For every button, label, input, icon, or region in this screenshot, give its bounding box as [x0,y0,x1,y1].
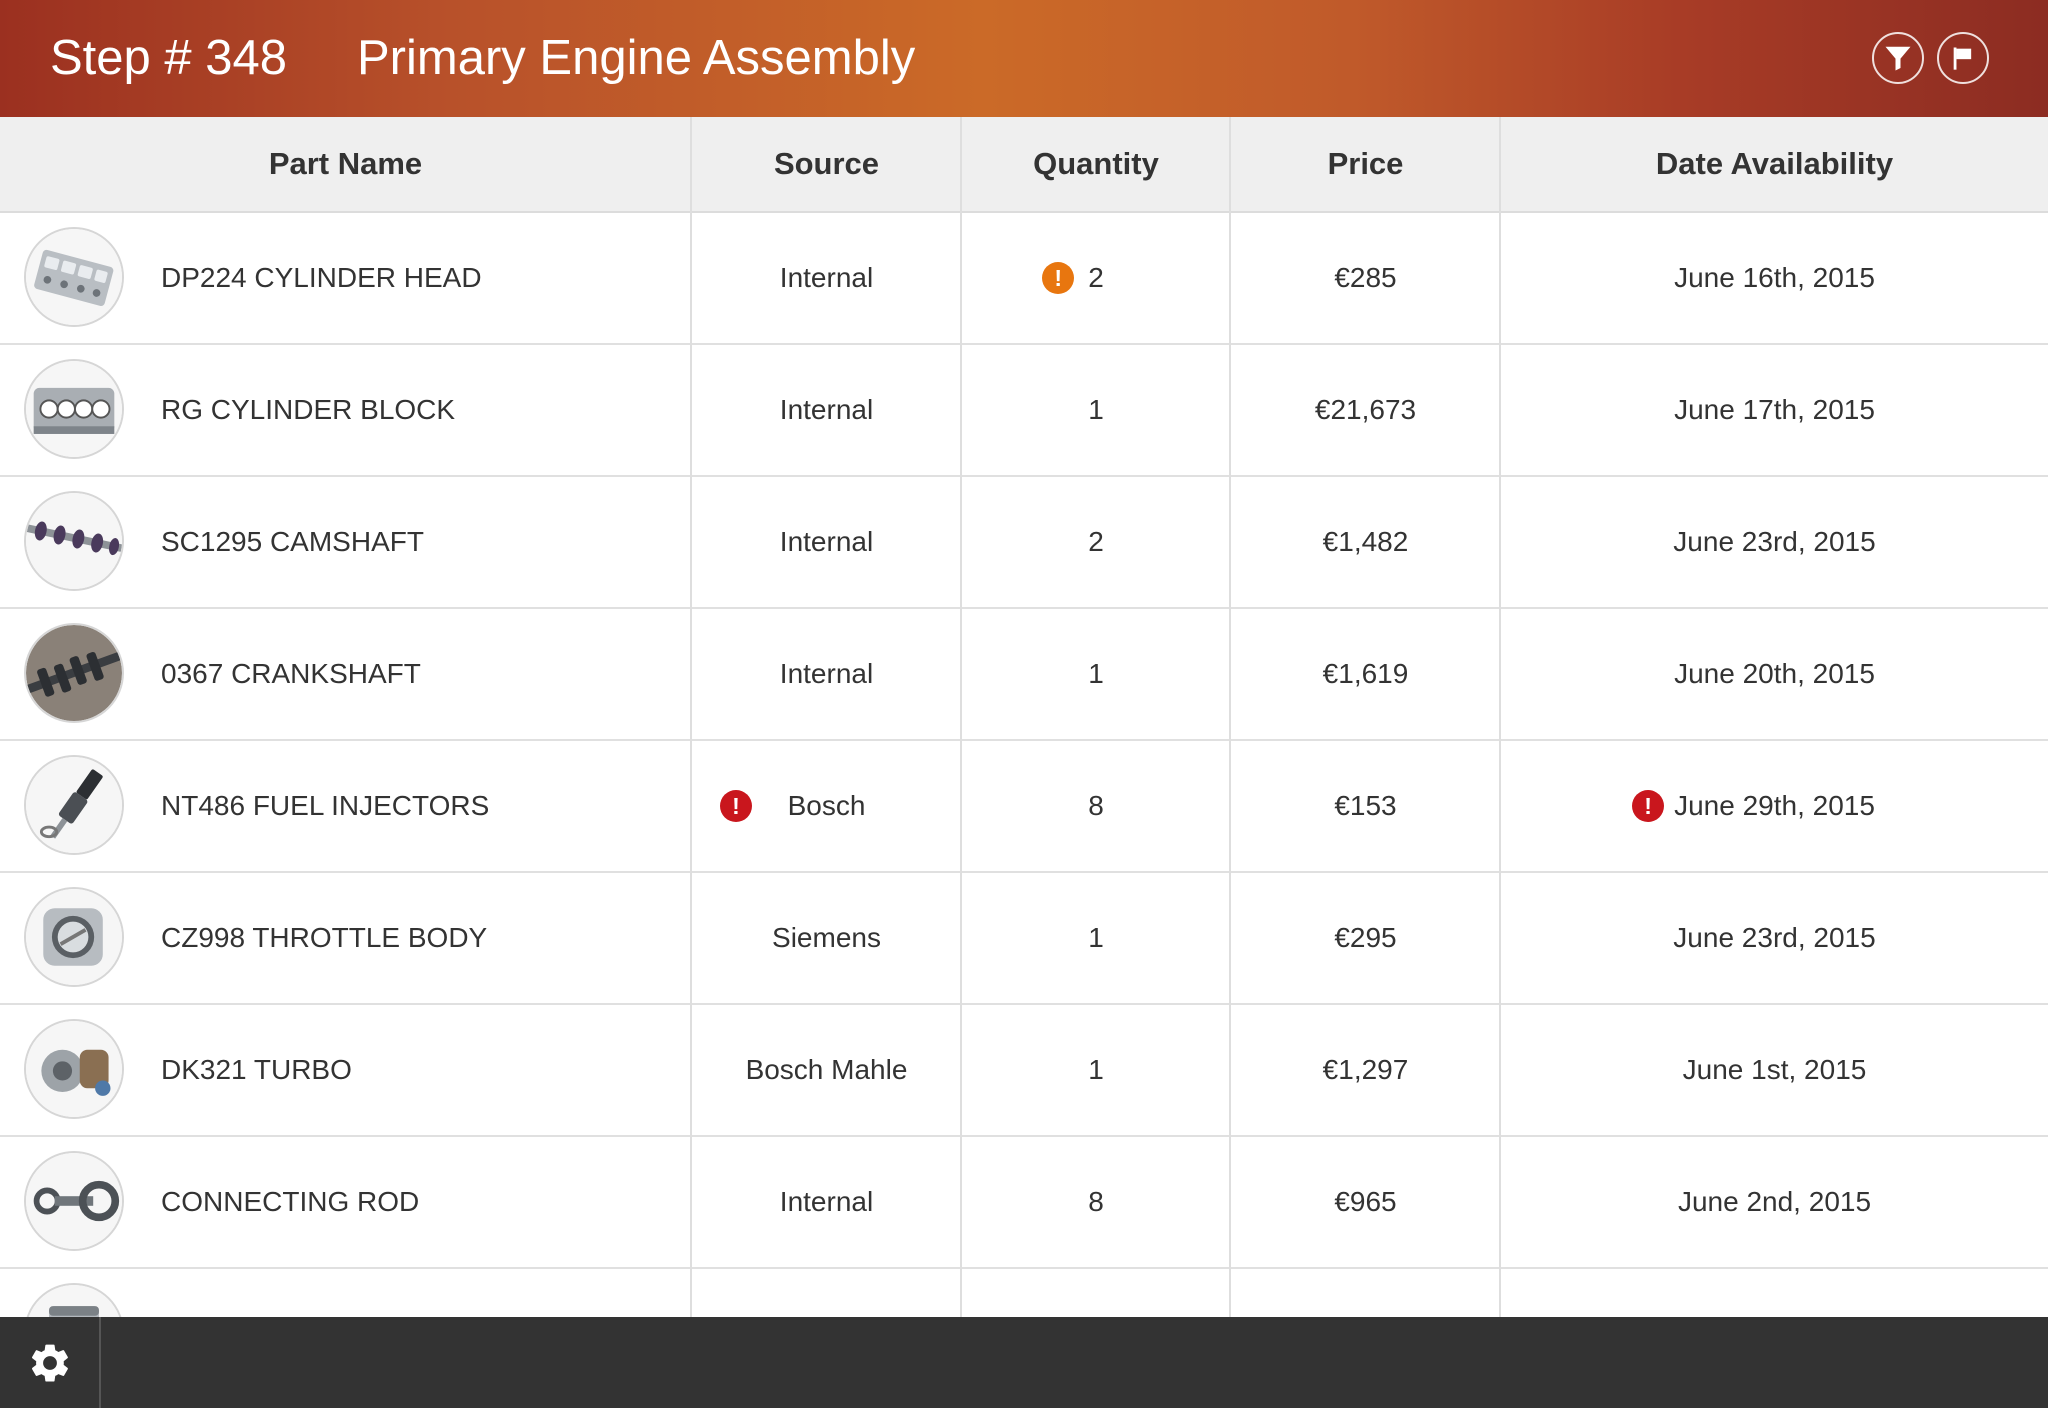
date-cell: June 17th, 2015 [1674,394,1875,425]
error-icon[interactable]: ! [720,790,752,822]
source-cell [692,1269,961,1317]
column-divider [690,117,692,1317]
part-cell: DK321 TURBO [0,1005,691,1135]
bottom-toolbar [0,1317,2048,1408]
source-value: Bosch [787,790,866,821]
source-cell: Bosch Mahle [745,1054,908,1085]
column-header-date-availability[interactable]: Date Availability [1501,117,2048,211]
quantity-cell: 2 [1088,526,1104,557]
part-cell: 0367 CRANKSHAFT [0,609,691,739]
flag-icon [1953,47,1972,70]
price-cell: €965 [1334,1186,1397,1217]
table-row[interactable]: NT486 FUEL INJECTORS ! Bosch 8 €153 ! Ju… [0,741,2048,873]
part-cell: CZ998 THROTTLE BODY [0,873,691,1003]
price-cell [1231,1269,1500,1317]
column-header-quantity[interactable]: Quantity [962,117,1230,211]
source-cell: Internal [779,658,874,689]
filter-icon [1885,46,1911,71]
date-cell: June 23rd, 2015 [1673,526,1876,557]
part-thumbnail [24,623,124,723]
price-cell: €295 [1334,922,1397,953]
quantity-cell: 1 [1088,658,1104,689]
error-icon[interactable]: ! [1632,790,1665,822]
warning-icon[interactable]: ! [1042,262,1075,294]
part-thumbnail [24,755,124,855]
price-cell: €21,673 [1314,394,1417,425]
step-number: Step # 348 [50,31,288,85]
source-cell: Internal [779,394,874,425]
column-header-source[interactable]: Source [692,117,961,211]
price-cell: €153 [1334,790,1397,821]
part-cell: SC1295 CAMSHAFT [0,477,691,607]
column-header-part-name[interactable]: Part Name [0,117,691,211]
part-thumbnail [24,491,124,591]
part-thumbnail [24,227,124,327]
quantity-value: 2 [1088,262,1104,293]
gear-icon [31,1344,68,1382]
settings-button[interactable] [0,1317,101,1408]
page-title: Primary Engine Assembly [357,31,916,85]
part-thumbnail [24,1151,124,1251]
quantity-cell: 1 [1088,1054,1104,1085]
date-value: June 29th, 2015 [1674,790,1875,821]
date-cell [1501,1269,2048,1317]
table-row[interactable]: DP224 CYLINDER HEAD Internal ! 2 €285 Ju… [0,213,2048,345]
part-cell [0,1269,691,1317]
part-name: 0367 CRANKSHAFT [161,658,421,689]
price-cell: €1,482 [1322,526,1409,557]
quantity-cell: ! 2 [962,213,1230,343]
part-cell: DP224 CYLINDER HEAD [0,213,691,343]
date-cell: ! June 29th, 2015 [1501,741,2048,871]
table-row[interactable]: CONNECTING ROD Internal 8 €965 June 2nd,… [0,1137,2048,1269]
date-cell: June 20th, 2015 [1674,658,1875,689]
flag-button[interactable] [1937,32,1989,84]
part-name: CONNECTING ROD [161,1186,420,1217]
source-cell: Siemens [772,922,881,953]
quantity-cell: 8 [1088,1186,1104,1217]
source-cell: Internal [779,262,874,293]
price-cell: €285 [1334,262,1397,293]
column-header-price[interactable]: Price [1231,117,1500,211]
table-row[interactable]: DK321 TURBO Bosch Mahle 1 €1,297 June 1s… [0,1005,2048,1137]
date-cell: June 16th, 2015 [1674,262,1875,293]
source-cell: Internal [779,526,874,557]
part-thumbnail [24,359,124,459]
source-cell: Internal [779,1186,874,1217]
part-name: CZ998 THROTTLE BODY [161,922,488,953]
part-thumbnail [24,1283,124,1317]
parts-table-body: DP224 CYLINDER HEAD Internal ! 2 €285 Ju… [0,213,2048,1317]
column-divider [1229,117,1231,1317]
part-name: NT486 FUEL INJECTORS [161,790,490,821]
price-cell: €1,619 [1322,658,1409,689]
date-cell: June 2nd, 2015 [1677,1186,1872,1217]
date-cell: June 1st, 2015 [1682,1054,1867,1085]
app-header: Step # 348 Primary Engine Assembly [0,0,2048,117]
quantity-cell: 1 [1088,394,1104,425]
part-thumbnail [24,1019,124,1119]
column-divider [960,117,962,1317]
table-row[interactable]: RG CYLINDER BLOCK Internal 1 €21,673 Jun… [0,345,2048,477]
table-row[interactable]: CZ998 THROTTLE BODY Siemens 1 €295 June … [0,873,2048,1005]
part-cell: RG CYLINDER BLOCK [0,345,691,475]
quantity-cell [962,1269,1230,1317]
source-cell: ! Bosch [692,741,961,871]
table-header: Part Name Source Quantity Price Date Ava… [0,117,2048,213]
quantity-cell: 8 [1088,790,1104,821]
filter-button[interactable] [1872,32,1924,84]
column-divider [1499,117,1501,1317]
part-cell: CONNECTING ROD [0,1137,691,1267]
table-row[interactable]: SC1295 CAMSHAFT Internal 2 €1,482 June 2… [0,477,2048,609]
part-cell: NT486 FUEL INJECTORS [0,741,691,871]
part-name: DP224 CYLINDER HEAD [161,262,482,293]
table-row[interactable] [0,1269,2048,1317]
date-cell: June 23rd, 2015 [1673,922,1876,953]
quantity-cell: 1 [1088,922,1104,953]
price-cell: €1,297 [1322,1054,1409,1085]
table-row[interactable]: 0367 CRANKSHAFT Internal 1 €1,619 June 2… [0,609,2048,741]
part-name: DK321 TURBO [161,1054,352,1085]
part-thumbnail [24,887,124,987]
part-name: SC1295 CAMSHAFT [161,526,424,557]
part-name: RG CYLINDER BLOCK [161,394,456,425]
